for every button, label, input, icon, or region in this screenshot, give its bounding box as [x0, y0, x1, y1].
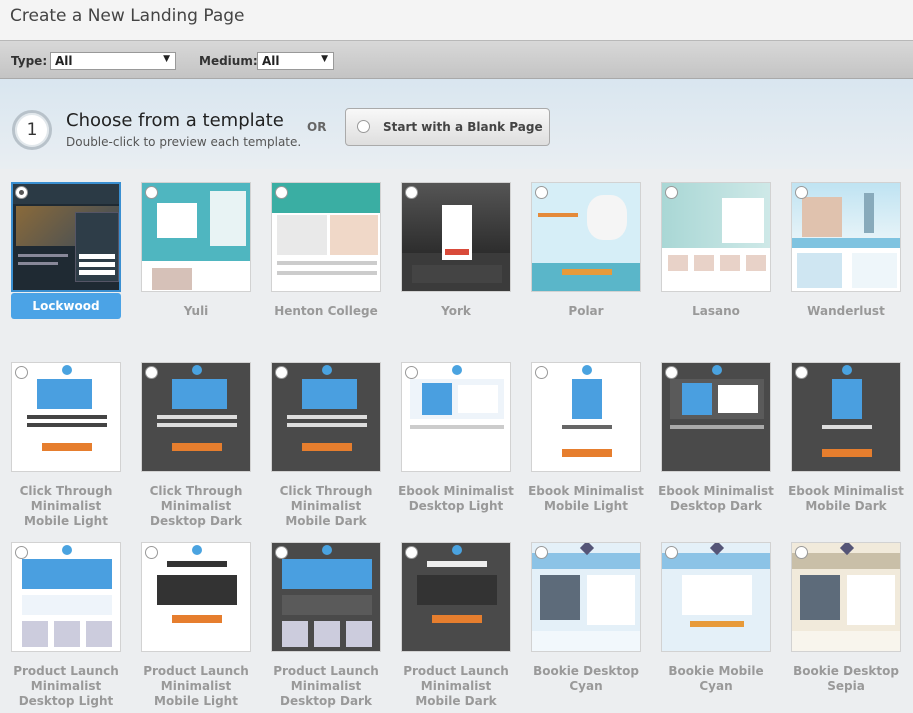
- template-radio[interactable]: [15, 366, 28, 379]
- template-thumbnail[interactable]: [401, 542, 511, 652]
- template-thumbnail[interactable]: [791, 542, 901, 652]
- template-radio[interactable]: [275, 546, 288, 559]
- template-radio[interactable]: [145, 186, 158, 199]
- template-radio[interactable]: [535, 186, 548, 199]
- template-name: Ebook Minimalist Mobile Dark: [788, 484, 904, 513]
- template-radio[interactable]: [15, 186, 28, 199]
- template-name: Click Through Minimalist Mobile Dark: [279, 484, 373, 528]
- template-name: Ebook Minimalist Mobile Light: [528, 484, 644, 513]
- template-name: Ebook Minimalist Desktop Light: [398, 484, 514, 513]
- filter-bar: Type: All ▼ Medium: All ▼: [0, 40, 913, 79]
- template-name: Product Launch Minimalist Desktop Dark: [273, 664, 379, 708]
- template-name: York: [441, 304, 471, 318]
- template-name: Ebook Minimalist Desktop Dark: [658, 484, 774, 513]
- or-label: OR: [307, 120, 327, 134]
- radio-icon: [357, 120, 370, 133]
- template-thumbnail[interactable]: [661, 182, 771, 292]
- medium-filter-select[interactable]: All ▼: [257, 52, 334, 70]
- template-thumbnail[interactable]: [11, 362, 121, 472]
- template-thumbnail[interactable]: [791, 182, 901, 292]
- template-name: Bookie Mobile Cyan: [668, 664, 764, 693]
- step-heading: Choose from a template: [66, 110, 284, 131]
- template-name: Click Through Minimalist Mobile Light: [19, 484, 113, 528]
- template-radio[interactable]: [275, 186, 288, 199]
- chevron-down-icon: ▼: [321, 54, 328, 64]
- type-filter-value: All: [55, 54, 73, 68]
- template-radio[interactable]: [795, 366, 808, 379]
- template-name: Bookie Desktop Cyan: [533, 664, 639, 693]
- chevron-down-icon: ▼: [163, 54, 170, 64]
- template-thumbnail[interactable]: [531, 362, 641, 472]
- medium-filter-label: Medium:: [199, 54, 258, 68]
- template-radio[interactable]: [665, 546, 678, 559]
- template-name: Lasano: [692, 304, 740, 318]
- template-name: Bookie Desktop Sepia: [793, 664, 899, 693]
- template-thumbnail[interactable]: [11, 182, 121, 292]
- template-radio[interactable]: [535, 366, 548, 379]
- template-radio[interactable]: [665, 186, 678, 199]
- template-radio[interactable]: [275, 366, 288, 379]
- template-radio[interactable]: [15, 546, 28, 559]
- template-name: Product Launch Minimalist Mobile Light: [143, 664, 249, 708]
- template-thumbnail[interactable]: [531, 542, 641, 652]
- template-thumbnail[interactable]: [141, 182, 251, 292]
- step-number-badge: 1: [12, 110, 52, 150]
- template-thumbnail[interactable]: [141, 362, 251, 472]
- template-radio[interactable]: [665, 366, 678, 379]
- template-name: Polar: [568, 304, 604, 318]
- type-filter-label: Type:: [11, 54, 48, 68]
- template-thumbnail[interactable]: [141, 542, 251, 652]
- template-radio[interactable]: [795, 546, 808, 559]
- template-thumbnail[interactable]: [531, 182, 641, 292]
- page-title: Create a New Landing Page: [10, 6, 245, 26]
- medium-filter-value: All: [262, 54, 280, 68]
- template-name: Product Launch Minimalist Desktop Light: [13, 664, 119, 708]
- template-thumbnail[interactable]: [661, 362, 771, 472]
- start-blank-page-label: Start with a Blank Page: [383, 120, 543, 134]
- template-thumbnail[interactable]: [401, 362, 511, 472]
- step-subtext: Double-click to preview each template.: [66, 135, 302, 149]
- page-header: Create a New Landing Page: [0, 0, 913, 40]
- template-name: Product Launch Minimalist Mobile Dark: [403, 664, 509, 708]
- template-thumbnail[interactable]: [791, 362, 901, 472]
- template-thumbnail[interactable]: [271, 542, 381, 652]
- template-radio[interactable]: [795, 186, 808, 199]
- template-radio[interactable]: [405, 186, 418, 199]
- template-name: Wanderlust: [807, 304, 885, 318]
- template-radio[interactable]: [145, 546, 158, 559]
- template-radio[interactable]: [405, 546, 418, 559]
- template-thumbnail[interactable]: [11, 542, 121, 652]
- template-name: Lockwood: [11, 293, 121, 319]
- start-blank-page-button[interactable]: Start with a Blank Page: [345, 108, 550, 146]
- type-filter-select[interactable]: All ▼: [50, 52, 176, 70]
- template-thumbnail[interactable]: [271, 182, 381, 292]
- template-name: Yuli: [183, 304, 209, 318]
- template-thumbnail[interactable]: [401, 182, 511, 292]
- template-radio[interactable]: [535, 546, 548, 559]
- template-thumbnail[interactable]: [661, 542, 771, 652]
- template-name: Click Through Minimalist Desktop Dark: [149, 484, 243, 528]
- template-name: Henton College: [274, 304, 378, 318]
- template-radio[interactable]: [405, 366, 418, 379]
- template-thumbnail[interactable]: [271, 362, 381, 472]
- template-radio[interactable]: [145, 366, 158, 379]
